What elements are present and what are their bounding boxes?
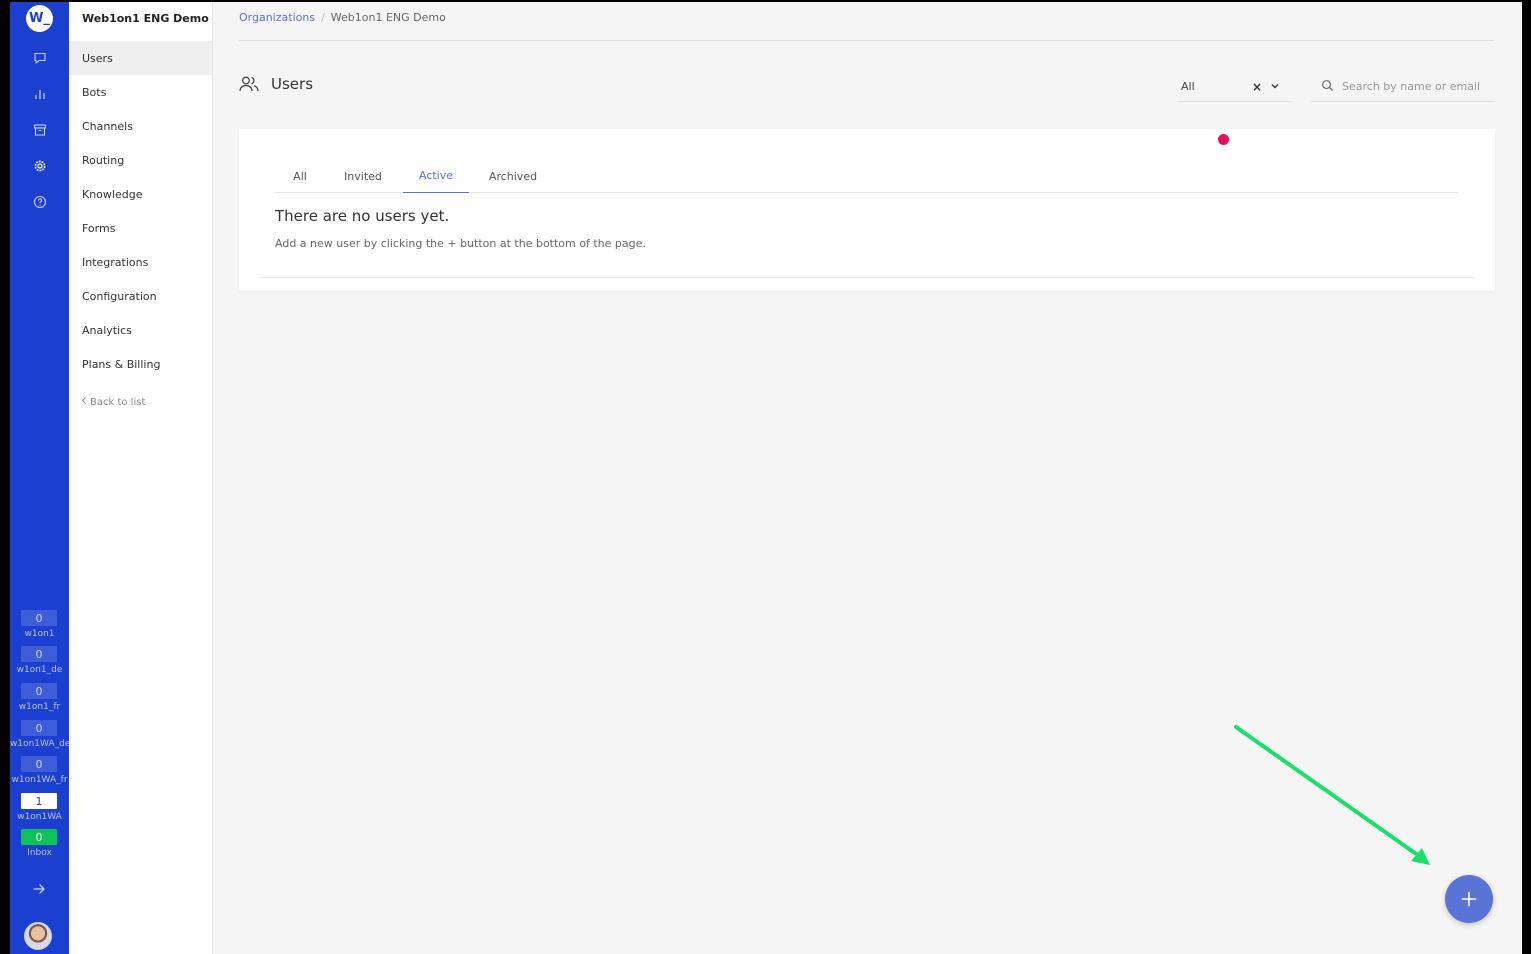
sidebar-item-forms[interactable]: Forms: [69, 211, 212, 245]
breadcrumb-current: Web1on1 ENG Demo: [330, 11, 446, 24]
org-name: Web1on1 ENG Demo: [82, 12, 209, 25]
plus-icon: [1461, 891, 1477, 907]
sidebar-item-configuration[interactable]: Configuration: [69, 279, 212, 313]
counter-w1on1-de[interactable]: 0: [21, 646, 57, 662]
annotation-arrow: [1234, 725, 1430, 865]
user-status-tabs: All Invited Active Archived: [275, 159, 1458, 193]
users-icon: [239, 75, 259, 93]
search-icon: [1321, 77, 1334, 96]
tab-archived[interactable]: Archived: [479, 159, 547, 193]
counter-label: w1on1_fr: [18, 702, 61, 712]
bar-chart-icon[interactable]: [33, 87, 47, 101]
back-to-list-label: Back to list: [90, 396, 146, 408]
chat-icon[interactable]: [33, 51, 47, 65]
avatar[interactable]: [24, 922, 52, 950]
counter-label: w1on1WA_de: [10, 739, 69, 749]
sidebar-item-bots[interactable]: Bots: [69, 75, 212, 109]
tab-invited[interactable]: Invited: [333, 159, 393, 193]
search-field: [1311, 72, 1495, 102]
empty-state-description: Add a new user by clicking the + button …: [275, 237, 646, 250]
counter-w1on1[interactable]: 0: [21, 610, 57, 626]
search-input[interactable]: [1342, 80, 1492, 93]
users-card: All Invited Active Archived There are no…: [239, 129, 1495, 291]
empty-state-title: There are no users yet.: [275, 207, 450, 225]
sidebar-item-plans-billing[interactable]: Plans & Billing: [69, 347, 212, 381]
expand-arrow-icon[interactable]: [31, 881, 47, 897]
counter-label: Inbox: [27, 848, 52, 858]
header-divider: [239, 40, 1494, 41]
counter-label: w1on1WA_fr: [11, 775, 68, 785]
tab-all[interactable]: All: [275, 159, 325, 193]
counter-w1on1-fr[interactable]: 0: [21, 683, 57, 699]
page-header: Users: [239, 75, 313, 93]
cursor-marker: [1218, 134, 1229, 145]
sidebar-item-analytics[interactable]: Analytics: [69, 313, 212, 347]
counter-label: w1on1WA: [17, 812, 62, 822]
counter-w1on1wa-fr[interactable]: 0: [21, 756, 57, 772]
counter-w1on1wa[interactable]: 1: [21, 793, 57, 809]
breadcrumb: Organizations / Web1on1 ENG Demo: [239, 11, 446, 24]
chevron-left-icon: [81, 396, 87, 408]
card-divider: [259, 277, 1475, 278]
app-window: W_ 0 w1on1 0 w1on1_de 0 w1on1_fr 0 w1on1…: [10, 2, 1522, 954]
clear-filter-icon[interactable]: ×: [1252, 80, 1262, 94]
counter-label: w1on1: [24, 629, 55, 639]
breadcrumb-separator: /: [321, 11, 325, 24]
counter-label: w1on1_de: [16, 665, 63, 675]
counter-w1on1wa-de[interactable]: 0: [21, 720, 57, 736]
app-logo[interactable]: W_: [26, 5, 53, 32]
chevron-down-icon[interactable]: [1270, 81, 1280, 94]
sidebar-item-users[interactable]: Users: [69, 41, 212, 75]
settings-sidebar: Web1on1 ENG Demo Users Bots Channels Rou…: [69, 2, 213, 954]
sidebar-item-integrations[interactable]: Integrations: [69, 245, 212, 279]
gear-icon[interactable]: [33, 159, 47, 173]
page-title: Users: [271, 75, 314, 93]
archive-icon[interactable]: [33, 123, 47, 137]
counter-inbox[interactable]: 0: [21, 829, 57, 845]
role-filter-select[interactable]: All ×: [1179, 72, 1292, 102]
breadcrumb-organizations[interactable]: Organizations: [239, 11, 315, 24]
sidebar-item-channels[interactable]: Channels: [69, 109, 212, 143]
back-to-list-link[interactable]: Back to list: [81, 396, 145, 408]
filter-value: All: [1181, 80, 1195, 93]
sidebar-item-routing[interactable]: Routing: [69, 143, 212, 177]
icon-rail: W_ 0 w1on1 0 w1on1_de 0 w1on1_fr 0 w1on1…: [10, 2, 69, 954]
tab-active[interactable]: Active: [403, 159, 469, 193]
add-user-button[interactable]: [1445, 875, 1493, 923]
help-circle-icon[interactable]: [33, 195, 47, 209]
sidebar-item-knowledge[interactable]: Knowledge: [69, 177, 212, 211]
